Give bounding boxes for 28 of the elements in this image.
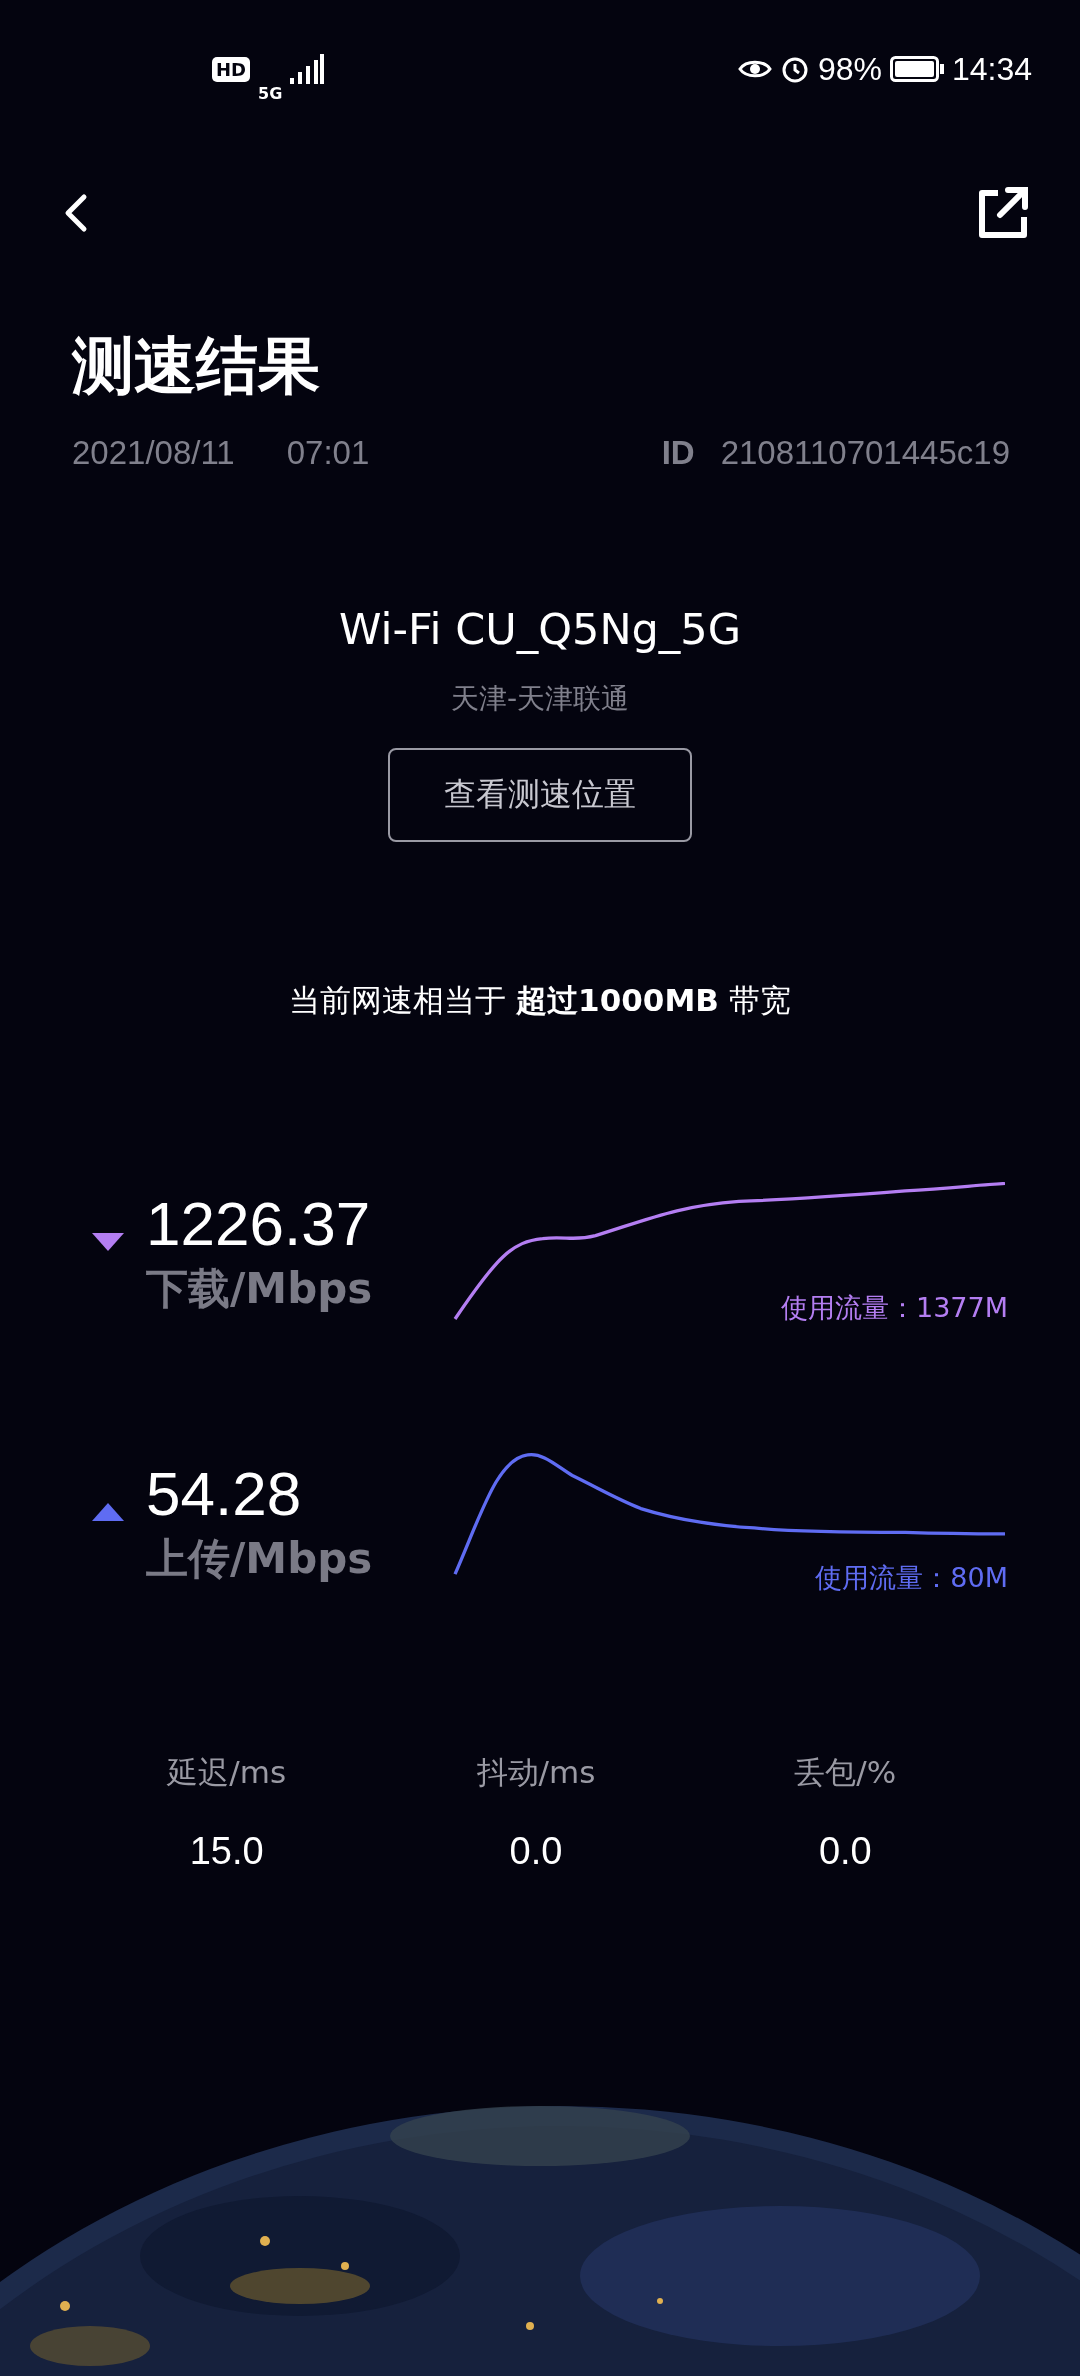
test-time: 07:01 (286, 434, 370, 472)
metric-value: 0.0 (818, 1830, 872, 1873)
page-title: 测速结果 (70, 328, 321, 404)
id-label: ID (661, 434, 695, 472)
hd-badge: HD (212, 56, 250, 82)
metric-label: 延迟/ms (167, 1753, 287, 1792)
battery-percent: 98% (817, 50, 882, 88)
metric-value: 15.0 (189, 1830, 264, 1873)
clock: 14:34 (951, 50, 1032, 88)
metric-label: 丢包/% (794, 1753, 897, 1792)
speed-value: 54.28 (146, 1458, 303, 1530)
metric-label: 抖动/ms (476, 1753, 596, 1792)
signal-icon (290, 54, 325, 84)
battery-icon (889, 56, 944, 82)
speed-unit: 上传/Mbps (146, 1533, 373, 1585)
test-id: 2108110701445c19 (720, 434, 1010, 472)
location-button[interactable]: 查看测速位置 (388, 748, 692, 842)
eye-icon (737, 58, 772, 80)
summary-text: 当前网速相当于 超过1000MB 带宽 (288, 981, 792, 1020)
data-usage: 使用流量：80M (815, 1561, 1008, 1595)
data-usage: 使用流量：1377M (781, 1291, 1008, 1325)
metric-value: 0.0 (509, 1830, 563, 1873)
speed-unit: 下载/Mbps (146, 1263, 373, 1315)
speed-value: 1226.37 (146, 1188, 372, 1260)
network-name: Wi-Fi CU_Q5Ng_5G (337, 604, 743, 654)
network-type: 5G (258, 83, 283, 103)
test-date: 2021/08/11 (72, 434, 235, 472)
provider: 天津-天津联通 (449, 681, 631, 717)
